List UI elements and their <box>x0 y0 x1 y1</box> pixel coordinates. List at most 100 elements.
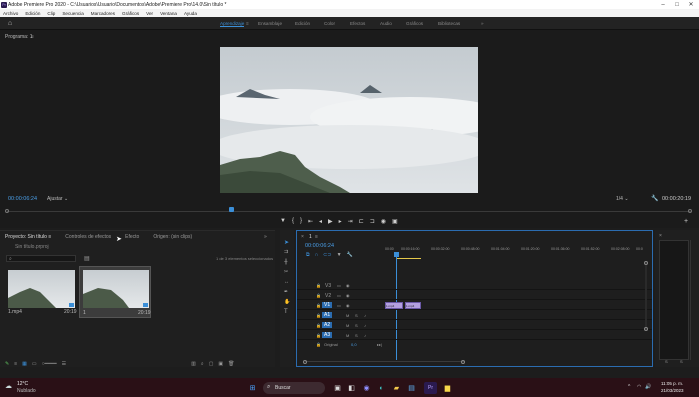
network-icon[interactable]: ◠ <box>637 384 641 390</box>
add-marker-icon[interactable]: ▼ <box>280 218 286 226</box>
type-tool-icon[interactable]: T <box>284 309 288 315</box>
playhead-marker[interactable] <box>229 207 234 212</box>
workspace-graficos[interactable]: Gráficos <box>406 21 423 26</box>
workspace-audio[interactable]: Audio <box>380 21 392 26</box>
track-lock-icon[interactable]: 🔒 <box>316 313 321 318</box>
workspace-edicion[interactable]: Edición <box>295 21 310 26</box>
sync-lock-icon[interactable]: ▭ <box>337 293 341 298</box>
freeform-view-icon[interactable]: ▭ <box>32 361 37 367</box>
video-track-v3[interactable]: 🔒 V3 ▭ ◉ <box>297 281 652 290</box>
video-clip[interactable]: 1.mp4 <box>385 302 403 309</box>
track-lock-icon[interactable]: 🔒 <box>316 323 321 328</box>
linked-selection-icon[interactable]: ⊂⊃ <box>323 252 331 258</box>
automate-icon[interactable]: ▥ <box>191 361 196 367</box>
mark-out-icon[interactable]: } <box>300 218 302 226</box>
eye-icon[interactable]: ◉ <box>346 293 350 298</box>
step-back-icon[interactable]: ◂ <box>319 218 322 226</box>
video-track-v2[interactable]: 🔒 V2 ▭ ◉ <box>297 291 652 300</box>
new-bin-icon[interactable]: ▤ <box>84 255 90 262</box>
timeline-timecode[interactable]: 00:00:06:24 <box>305 243 334 249</box>
program-scrubber[interactable] <box>7 211 691 212</box>
volume-icon[interactable]: 🔊 <box>645 384 651 390</box>
export-frame-icon[interactable]: ◉ <box>381 218 386 226</box>
workspace-color[interactable]: Color <box>324 21 335 26</box>
program-menu-icon[interactable]: ≡ <box>31 34 34 40</box>
vertical-scrollbar[interactable] <box>644 261 648 331</box>
add-marker-timeline-icon[interactable]: ▼ <box>337 252 342 258</box>
playhead-handle[interactable] <box>394 252 399 257</box>
menu-edicion[interactable]: Edición <box>25 11 40 16</box>
workspace-menu-icon[interactable]: ≡ <box>246 21 249 26</box>
weather-desc[interactable]: Nublado <box>17 388 36 394</box>
lift-icon[interactable]: ⊏ <box>359 218 364 226</box>
mark-in-icon[interactable]: { <box>292 218 294 226</box>
timeline-settings-icon[interactable]: 🔧 <box>347 252 353 258</box>
hand-tool-icon[interactable]: ✋ <box>284 299 290 305</box>
timeline-close-icon[interactable]: × <box>301 234 304 240</box>
track-lock-icon[interactable]: 🔒 <box>316 283 321 288</box>
mute-icon[interactable]: M <box>346 323 349 328</box>
vscroll-top-handle[interactable] <box>644 261 648 265</box>
master-track[interactable]: 🔒 Original 0,0 ▸▸| <box>297 341 652 349</box>
workspace-ensamblaje[interactable]: Ensamblaje <box>258 21 282 26</box>
task-view-icon[interactable]: ▣ <box>331 382 344 394</box>
mute-icon[interactable]: M <box>346 313 349 318</box>
icon-view-icon[interactable]: ▦ <box>22 361 27 367</box>
store-icon[interactable]: ▤ <box>405 382 418 394</box>
write-protect-icon[interactable]: ✎ <box>5 361 9 367</box>
add-button-icon[interactable]: + <box>684 218 688 225</box>
file-explorer-icon[interactable]: ▰ <box>390 382 403 394</box>
menu-secuencia[interactable]: Secuencia <box>62 11 83 16</box>
snap-icon[interactable]: ∩ <box>315 252 319 258</box>
project-item-thumbnail[interactable] <box>83 270 149 308</box>
sequence-tab[interactable]: 1 <box>309 234 312 240</box>
weather-temp[interactable]: 12°C <box>17 381 28 387</box>
premiere-taskbar-icon[interactable]: Pr <box>424 382 437 394</box>
wrench-icon[interactable]: 🔧 <box>651 195 658 202</box>
solo-icon[interactable]: S <box>355 323 358 328</box>
mic-icon[interactable]: ♪ <box>364 313 366 318</box>
tab-source[interactable]: Origen: (sin clips) <box>153 234 192 240</box>
edge-icon[interactable]: ◐ <box>375 382 388 394</box>
more-workspaces-icon[interactable]: » <box>481 21 484 26</box>
menu-graficos[interactable]: Gráficos <box>122 11 139 16</box>
solo-icon[interactable]: S <box>355 313 358 318</box>
sort-icon[interactable]: ☰ <box>62 361 66 367</box>
track-lock-icon[interactable]: 🔒 <box>316 333 321 338</box>
maximize-button[interactable]: □ <box>670 0 684 9</box>
workspace-aprendizaje[interactable]: Aprendizaje <box>220 21 245 27</box>
mute-icon[interactable]: M <box>346 333 349 338</box>
solo-icon[interactable]: S <box>355 333 358 338</box>
tab-effect-controls[interactable]: Controles de efectos <box>65 234 111 240</box>
workspace-efectos[interactable]: Efectos <box>350 21 365 26</box>
sticky-notes-icon[interactable]: ▆ <box>441 382 454 394</box>
scroll-handle-left[interactable] <box>303 360 307 364</box>
sequence-menu-icon[interactable]: ≡ <box>315 234 318 240</box>
project-item-1[interactable]: 1.mp4 20:19 <box>8 270 77 317</box>
project-item-2[interactable]: 1 20:19 <box>79 266 151 318</box>
sync-lock-icon[interactable]: ▭ <box>337 283 341 288</box>
mic-icon[interactable]: ♪ <box>364 333 366 338</box>
mic-icon[interactable]: ♪ <box>364 323 366 328</box>
find-icon[interactable]: ⌕ <box>201 361 204 367</box>
list-view-icon[interactable]: ≡ <box>14 361 17 367</box>
pen-tool-icon[interactable]: ✒ <box>284 289 288 295</box>
track-select-tool-icon[interactable]: ⇉ <box>284 249 288 255</box>
audio-track-a2[interactable]: 🔒 A2 M S ♪ <box>297 321 652 330</box>
program-timecode[interactable]: 00:00:06:24 <box>8 196 37 202</box>
slip-tool-icon[interactable]: ↔ <box>284 279 289 285</box>
scroll-handle-right[interactable] <box>461 360 465 364</box>
selection-tool-icon[interactable]: ➤ <box>284 239 289 246</box>
taskbar-search-box[interactable]: ⌕ Buscar <box>263 382 325 394</box>
clock-date[interactable]: 21/03/2023 <box>661 388 684 393</box>
audio-track-a3[interactable]: 🔒 A3 M S ♪ <box>297 331 652 340</box>
play-icon[interactable]: ▶ <box>328 218 333 226</box>
compare-icon[interactable]: ▣ <box>392 218 398 226</box>
tab-project[interactable]: Proyecto: Sin título ≡ <box>5 234 51 240</box>
quality-dropdown[interactable]: 1/4 ⌄ <box>616 196 629 202</box>
clock-time[interactable]: 11:05 p. m. <box>661 381 683 386</box>
track-lock-icon[interactable]: 🔒 <box>316 342 321 347</box>
workspace-bibliotecas[interactable]: Bibliotecas <box>438 21 460 26</box>
zoom-slider[interactable]: ○━━━━ <box>42 361 57 367</box>
project-item-thumbnail[interactable] <box>8 270 75 308</box>
